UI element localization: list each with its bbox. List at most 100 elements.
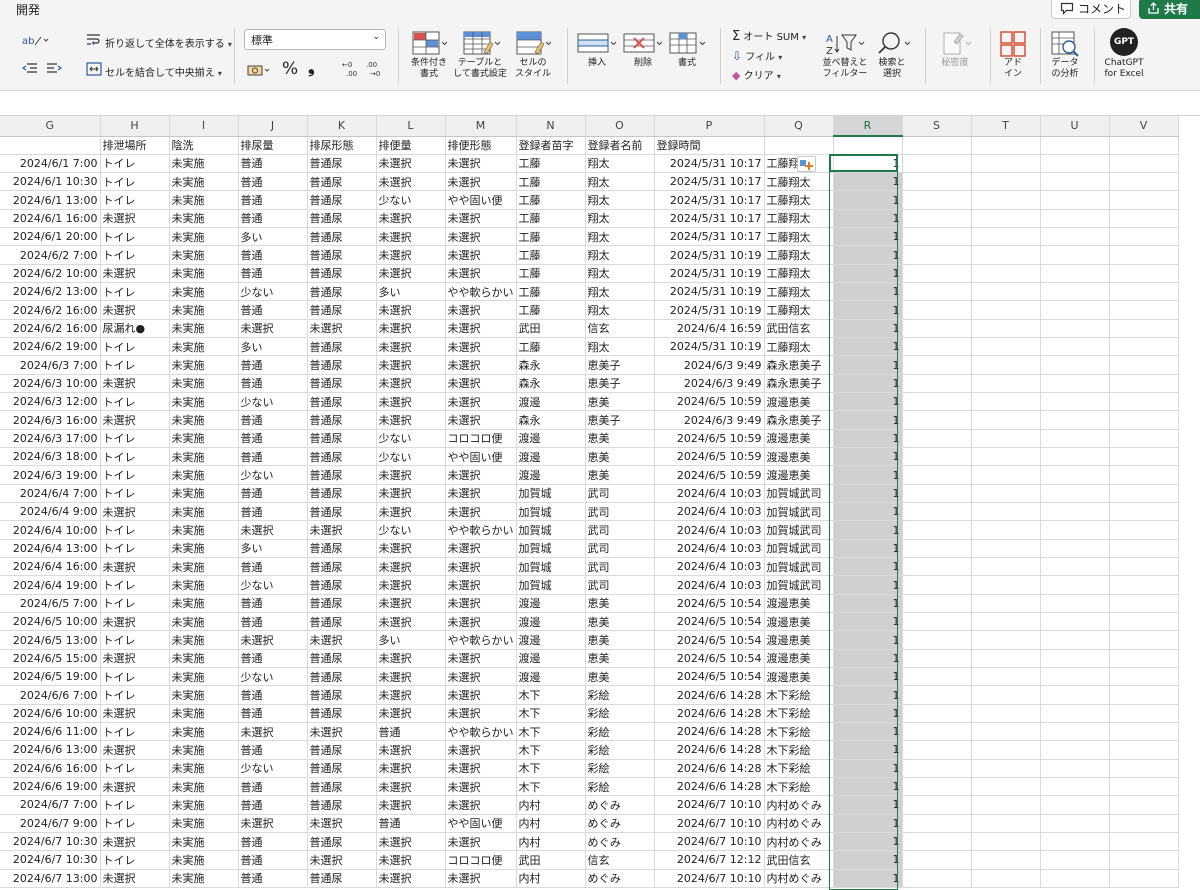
table-cell[interactable] bbox=[971, 649, 1041, 669]
table-cell[interactable]: 少ない bbox=[376, 429, 446, 449]
table-cell[interactable] bbox=[1040, 869, 1110, 888]
table-cell[interactable] bbox=[902, 630, 972, 650]
table-cell[interactable]: 工藤 bbox=[516, 190, 586, 210]
table-cell[interactable]: 2024/6/2 19:00 bbox=[0, 337, 101, 357]
table-cell[interactable]: 普通尿 bbox=[307, 154, 377, 174]
table-cell[interactable]: 未実施 bbox=[169, 685, 239, 705]
table-cell[interactable]: トイレ bbox=[100, 465, 170, 485]
table-cell[interactable] bbox=[1109, 795, 1179, 815]
table-cell[interactable] bbox=[1109, 154, 1179, 174]
table-cell[interactable]: 未選択 bbox=[445, 777, 517, 797]
table-cell[interactable]: 工藤翔太 bbox=[764, 245, 834, 265]
table-cell[interactable]: 尿漏れ● bbox=[100, 319, 170, 339]
table-cell[interactable]: 2024/6/6 14:28 bbox=[654, 777, 765, 797]
table-cell[interactable] bbox=[1040, 667, 1110, 687]
table-cell[interactable]: 加賀城 bbox=[516, 502, 586, 522]
header-cell[interactable] bbox=[833, 136, 903, 155]
table-cell[interactable] bbox=[1109, 869, 1179, 888]
table-cell[interactable]: トイレ bbox=[100, 154, 170, 174]
table-cell[interactable] bbox=[971, 227, 1041, 247]
percent-style-button[interactable]: % bbox=[282, 59, 298, 79]
table-cell[interactable]: トイレ bbox=[100, 685, 170, 705]
table-cell[interactable]: 未実施 bbox=[169, 484, 239, 504]
table-cell[interactable]: 木下 bbox=[516, 722, 586, 742]
table-cell[interactable]: コロコロ便 bbox=[445, 429, 517, 449]
table-cell[interactable]: 未実施 bbox=[169, 355, 239, 375]
table-cell[interactable]: 翔太 bbox=[585, 209, 655, 229]
table-cell[interactable]: 工藤 bbox=[516, 154, 586, 174]
table-cell[interactable]: 普通尿 bbox=[307, 209, 377, 229]
table-cell[interactable]: 森永恵美子 bbox=[764, 374, 834, 394]
table-cell[interactable]: 未選択 bbox=[376, 227, 446, 247]
table-cell[interactable]: 未選択 bbox=[100, 832, 170, 852]
table-cell[interactable] bbox=[1040, 850, 1110, 870]
table-cell[interactable]: 加賀城 bbox=[516, 484, 586, 504]
table-cell[interactable]: 森永 bbox=[516, 355, 586, 375]
table-cell[interactable]: 工藤 bbox=[516, 337, 586, 357]
table-cell[interactable] bbox=[1109, 264, 1179, 284]
table-cell[interactable]: やや軟らかい bbox=[445, 520, 517, 540]
table-cell[interactable]: やや軟らかい bbox=[445, 722, 517, 742]
table-cell[interactable]: 1 bbox=[833, 355, 903, 375]
table-cell[interactable] bbox=[1040, 575, 1110, 595]
table-cell[interactable]: 翔太 bbox=[585, 300, 655, 320]
table-cell[interactable]: 未選択 bbox=[445, 795, 517, 815]
table-cell[interactable] bbox=[1109, 392, 1179, 412]
table-cell[interactable]: トイレ bbox=[100, 520, 170, 540]
table-cell[interactable]: 普通 bbox=[238, 429, 308, 449]
table-cell[interactable] bbox=[1109, 520, 1179, 540]
table-cell[interactable] bbox=[902, 209, 972, 229]
table-cell[interactable]: 未選択 bbox=[445, 227, 517, 247]
table-cell[interactable]: 普通尿 bbox=[307, 282, 377, 302]
table-cell[interactable]: 加賀城武司 bbox=[764, 539, 834, 559]
table-cell[interactable] bbox=[902, 520, 972, 540]
table-cell[interactable]: 2024/6/4 10:03 bbox=[654, 484, 765, 504]
table-cell[interactable] bbox=[902, 704, 972, 724]
table-cell[interactable]: 2024/6/6 14:28 bbox=[654, 704, 765, 724]
table-cell[interactable]: 普通尿 bbox=[307, 392, 377, 412]
table-cell[interactable]: 普通尿 bbox=[307, 227, 377, 247]
table-cell[interactable]: 2024/6/4 16:59 bbox=[654, 319, 765, 339]
table-cell[interactable] bbox=[1109, 630, 1179, 650]
table-cell[interactable]: 未選択 bbox=[376, 704, 446, 724]
table-cell[interactable]: 2024/6/5 10:59 bbox=[654, 429, 765, 449]
header-cell[interactable]: 排泄場所 bbox=[100, 136, 170, 155]
table-cell[interactable]: 恵美 bbox=[585, 594, 655, 614]
table-cell[interactable]: 武司 bbox=[585, 502, 655, 522]
table-cell[interactable]: 1 bbox=[833, 777, 903, 797]
table-cell[interactable]: 未選択 bbox=[100, 374, 170, 394]
table-cell[interactable]: 加賀城武司 bbox=[764, 520, 834, 540]
table-cell[interactable]: 普通 bbox=[238, 154, 308, 174]
table-cell[interactable]: 未選択 bbox=[445, 172, 517, 192]
table-cell[interactable] bbox=[1040, 209, 1110, 229]
table-cell[interactable] bbox=[1040, 264, 1110, 284]
table-cell[interactable] bbox=[1040, 172, 1110, 192]
table-cell[interactable]: 未選択 bbox=[376, 154, 446, 174]
table-cell[interactable]: 未実施 bbox=[169, 190, 239, 210]
table-cell[interactable]: 普通尿 bbox=[307, 869, 377, 888]
table-cell[interactable]: 恵美 bbox=[585, 667, 655, 687]
merge-cells-icon[interactable] bbox=[86, 62, 102, 76]
header-cell[interactable] bbox=[902, 136, 972, 155]
table-cell[interactable]: 武田 bbox=[516, 319, 586, 339]
table-cell[interactable]: 2024/5/31 10:19 bbox=[654, 300, 765, 320]
decrease-decimal-icon[interactable]: .00→0 bbox=[366, 60, 384, 78]
table-cell[interactable] bbox=[902, 319, 972, 339]
table-cell[interactable]: 2024/6/1 20:00 bbox=[0, 227, 101, 247]
table-cell[interactable]: 2024/6/2 7:00 bbox=[0, 245, 101, 265]
table-cell[interactable]: 多い bbox=[376, 282, 446, 302]
table-cell[interactable]: 未選択 bbox=[376, 300, 446, 320]
table-cell[interactable]: 渡邊 bbox=[516, 429, 586, 449]
table-cell[interactable]: 2024/6/5 15:00 bbox=[0, 649, 101, 669]
table-cell[interactable]: 未選択 bbox=[445, 374, 517, 394]
table-cell[interactable] bbox=[902, 190, 972, 210]
table-cell[interactable]: 森永 bbox=[516, 410, 586, 430]
table-cell[interactable]: 1 bbox=[833, 392, 903, 412]
table-cell[interactable]: 未選択 bbox=[376, 337, 446, 357]
table-cell[interactable]: 木下彩絵 bbox=[764, 740, 834, 760]
column-header-t[interactable]: T bbox=[971, 116, 1041, 137]
table-cell[interactable]: 普通 bbox=[238, 850, 308, 870]
table-cell[interactable] bbox=[902, 740, 972, 760]
table-cell[interactable] bbox=[1109, 374, 1179, 394]
table-cell[interactable] bbox=[1040, 704, 1110, 724]
